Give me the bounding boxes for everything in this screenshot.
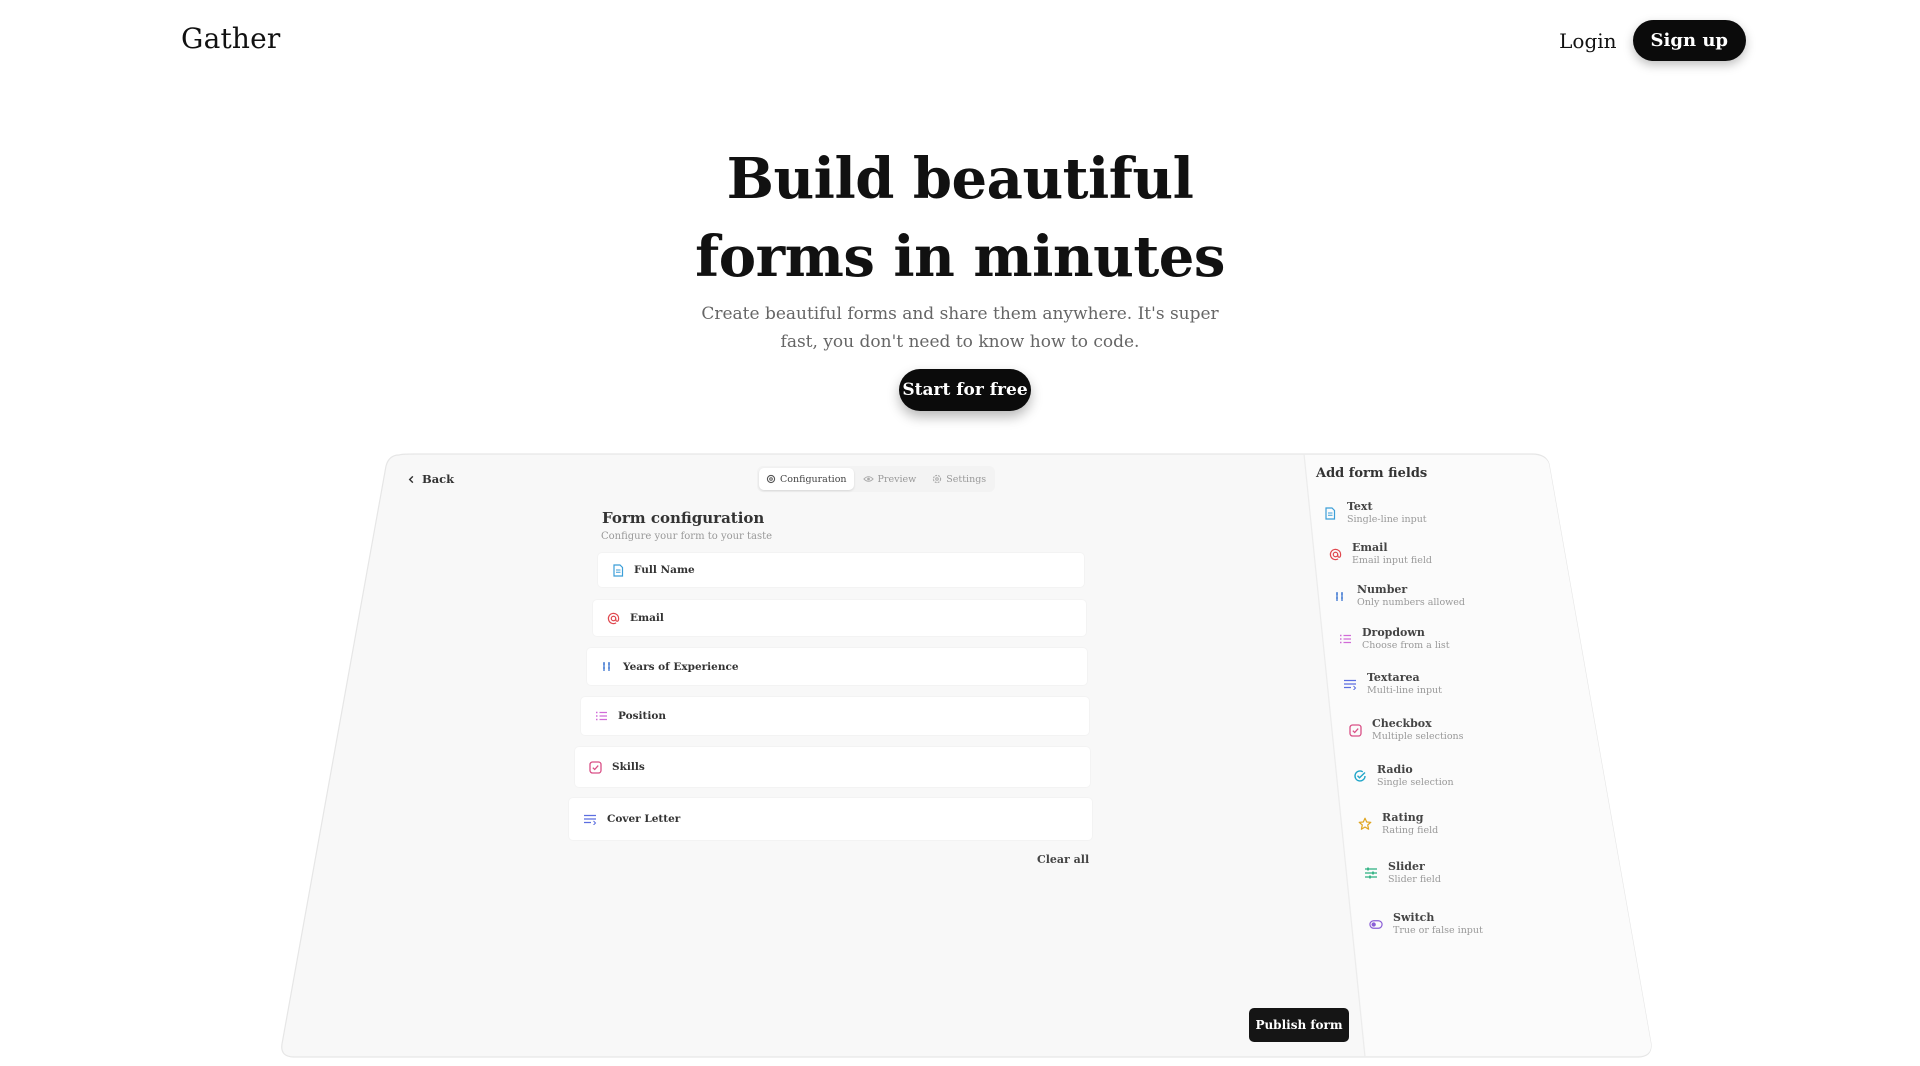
form-config-subtitle: Configure your form to your taste [601,531,773,542]
list-icon [595,710,608,722]
form-config-title: Form configuration [602,509,765,527]
text-icon [1323,506,1337,520]
form-field-row[interactable]: Skills [575,747,1090,787]
add-field-label: Number [1357,583,1408,596]
add-field-label: Dropdown [1362,626,1425,639]
add-field-checkbox[interactable]: Checkbox Multiple selections [1348,717,1464,743]
form-field-row[interactable]: Years of Experience [587,648,1087,685]
text-icon [612,563,624,577]
add-field-desc: Single selection [1377,777,1454,788]
add-field-email[interactable]: Email Email input field [1328,541,1432,567]
form-builder: Back Configuration Preview Settings Form… [0,0,1920,1066]
add-field-desc: Choose from a list [1362,640,1450,651]
settings-icon [932,474,942,484]
tab-label: Preview [877,473,917,485]
add-field-desc: Email input field [1352,555,1432,566]
add-field-label: Checkbox [1372,717,1432,730]
add-field-desc: Multi-line input [1367,685,1442,696]
add-field-rating[interactable]: Rating Rating field [1358,811,1438,837]
radio-icon [1353,769,1367,783]
list-icon [1338,632,1352,646]
number-icon [601,660,613,673]
form-field-row[interactable]: Email [593,600,1086,636]
chevron-left-icon [407,475,416,484]
add-field-label: Email [1352,541,1388,554]
star-icon [1358,817,1372,831]
textarea-icon [1343,677,1357,691]
at-icon [1328,547,1342,561]
add-field-radio[interactable]: Radio Single selection [1353,763,1454,789]
add-field-label: Switch [1393,911,1435,924]
add-field-desc: Only numbers allowed [1357,597,1466,608]
eye-icon [862,474,874,484]
checkbox-icon [1348,723,1362,737]
field-label: Full Name [634,564,695,576]
add-field-desc: Rating field [1382,825,1439,836]
gear-icon [766,474,776,484]
textarea-icon [583,813,597,825]
add-field-desc: True or false input [1393,925,1483,936]
tab-configuration[interactable]: Configuration [759,468,854,490]
form-field-row[interactable]: Position [581,697,1089,735]
add-field-text[interactable]: Text Single-line input [1323,500,1427,526]
switch-icon [1369,917,1383,931]
form-field-row[interactable]: Cover Letter [569,798,1092,840]
add-field-dropdown[interactable]: Dropdown Choose from a list [1338,626,1450,652]
field-label: Email [630,612,664,624]
publish-form-button[interactable]: Publish form [1249,1008,1349,1042]
add-field-label: Textarea [1367,671,1420,684]
slider-icon [1364,866,1378,880]
tab-label: Configuration [780,473,847,485]
add-field-slider[interactable]: Slider Slider field [1364,860,1441,886]
add-fields-title: Add form fields [1316,466,1428,481]
field-label: Position [618,710,666,722]
checkbox-icon [589,760,602,774]
tab-label: Settings [946,473,987,485]
add-field-desc: Single-line input [1347,514,1427,525]
back-button[interactable]: Back [407,472,454,486]
number-icon [1333,589,1347,603]
add-field-desc: Multiple selections [1372,731,1464,742]
app-preview: Back Configuration Preview Settings Form… [0,0,1920,1066]
at-icon [607,612,620,625]
form-field-row[interactable]: Full Name [598,553,1084,587]
field-label: Cover Letter [607,813,681,825]
field-label: Years of Experience [623,660,739,673]
add-field-label: Radio [1377,763,1413,776]
field-label: Skills [612,761,645,773]
tab-preview[interactable]: Preview [856,468,924,490]
back-label: Back [422,472,455,486]
add-field-number[interactable]: Number Only numbers allowed [1333,583,1465,609]
add-field-label: Text [1347,500,1373,513]
clear-all-button[interactable]: Clear all [1037,853,1089,866]
add-field-desc: Slider field [1388,874,1441,885]
add-field-label: Slider [1388,860,1425,873]
view-tabs: Configuration Preview Settings [757,466,996,492]
add-field-label: Rating [1382,811,1424,824]
tab-settings[interactable]: Settings [925,468,993,490]
add-field-switch[interactable]: Switch True or false input [1369,911,1483,937]
add-field-textarea[interactable]: Textarea Multi-line input [1343,671,1442,697]
